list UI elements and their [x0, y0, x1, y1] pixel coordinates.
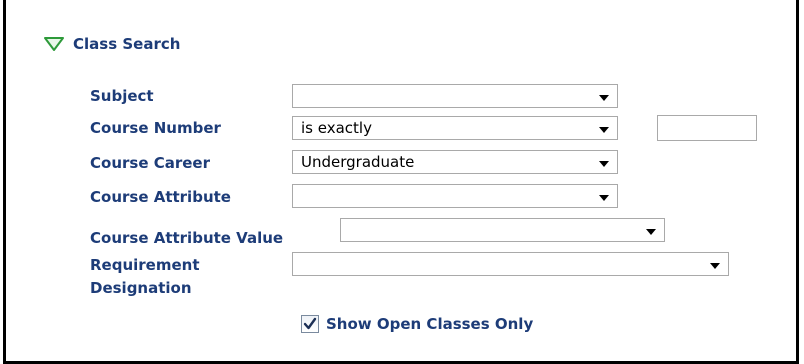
- course-career-label: Course Career: [90, 154, 210, 172]
- course-number-operator-select[interactable]: is exactly: [292, 116, 618, 140]
- chevron-down-icon: [599, 161, 609, 167]
- chevron-down-icon: [599, 95, 609, 101]
- course-attribute-select[interactable]: [292, 184, 618, 208]
- course-career-value: Undergraduate: [301, 153, 415, 171]
- open-classes-row[interactable]: Show Open Classes Only: [301, 312, 533, 336]
- section-title: Class Search: [73, 35, 181, 53]
- open-classes-checkbox[interactable]: [301, 315, 319, 333]
- course-number-operator-value: is exactly: [301, 119, 372, 137]
- course-attribute-value-label: Course Attribute Value: [90, 229, 284, 247]
- chevron-down-icon: [599, 195, 609, 201]
- chevron-down-icon: [710, 263, 720, 269]
- subject-label: Subject: [90, 87, 154, 105]
- course-career-select[interactable]: Undergraduate: [292, 150, 618, 174]
- requirement-designation-select[interactable]: [292, 252, 729, 276]
- chevron-down-icon: [599, 127, 609, 133]
- class-search-section-toggle[interactable]: Class Search: [44, 34, 180, 54]
- triangle-down-icon: [44, 37, 64, 51]
- subject-select[interactable]: [292, 84, 618, 108]
- course-attribute-label: Course Attribute: [90, 188, 231, 206]
- checkmark-icon: [303, 317, 317, 330]
- chevron-down-icon: [646, 229, 656, 235]
- requirement-designation-label: Requirement Designation: [90, 256, 200, 297]
- course-number-input[interactable]: [657, 115, 757, 141]
- class-search-panel: Class Search Subject Course Number is ex…: [3, 0, 799, 364]
- open-classes-label: Show Open Classes Only: [326, 315, 534, 333]
- course-attribute-value-select[interactable]: [340, 218, 665, 242]
- course-number-label: Course Number: [90, 119, 221, 137]
